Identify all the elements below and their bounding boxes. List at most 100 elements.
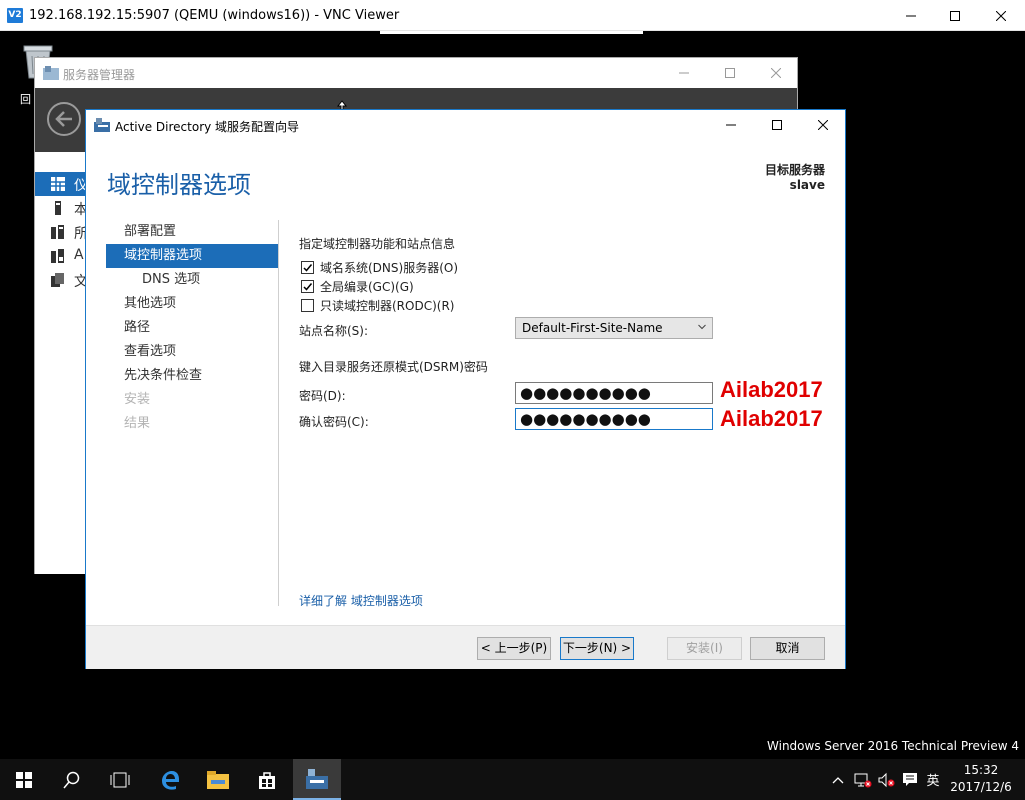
wizard-footer: < 上一步(P) 下一步(N) > 安装(I) 取消 <box>86 625 845 669</box>
server-manager-sidebar: 仪 本 所 A 文 <box>35 152 88 574</box>
minimize-icon <box>726 124 736 126</box>
sidebar-item-file-services[interactable]: 文 <box>35 268 88 292</box>
all-servers-icon <box>51 225 64 239</box>
vnc-frame-strip <box>380 31 643 34</box>
sm-maximize-button[interactable] <box>707 58 753 88</box>
nav-item-deployment[interactable]: 部署配置 <box>106 220 278 244</box>
password-label: 密码(D): <box>299 389 346 403</box>
password-field[interactable]: ●●●●●●●●●● <box>515 382 713 404</box>
sm-minimize-button[interactable] <box>661 58 707 88</box>
nav-divider <box>278 220 279 606</box>
site-name-label: 站点名称(S): <box>299 324 369 338</box>
password-annotation: Ailab2017 <box>720 377 823 402</box>
maximize-icon <box>725 68 735 78</box>
nav-item-paths[interactable]: 路径 <box>106 316 278 340</box>
target-server: 目标服务器 slave <box>765 163 825 193</box>
edge-icon <box>162 770 179 790</box>
target-server-label: 目标服务器 <box>764 163 825 177</box>
vnc-minimize-button[interactable] <box>888 0 934 31</box>
sidebar-item-all-servers[interactable]: 所 <box>35 220 88 244</box>
vnc-titlebar: V2 192.168.192.15:5907 (QEMU (windows16)… <box>0 0 1025 31</box>
local-server-icon <box>55 201 61 215</box>
file-explorer-button[interactable] <box>194 759 242 800</box>
nav-item-dc-options[interactable]: 域控制器选项 <box>106 244 278 268</box>
server-manager-icon <box>94 118 110 132</box>
global-catalog-checkbox-row[interactable]: 全局编录(GC)(G) <box>301 277 414 295</box>
store-button[interactable] <box>243 759 291 800</box>
vnc-maximize-button[interactable] <box>932 0 978 31</box>
global-catalog-checkbox[interactable] <box>301 279 314 293</box>
wizard-maximize-button[interactable] <box>754 110 800 140</box>
sm-close-button[interactable] <box>753 58 799 88</box>
network-icon <box>854 773 872 787</box>
recycle-bin-label: 回 <box>20 93 31 106</box>
rodc-checkbox[interactable] <box>301 298 314 312</box>
checkmark-icon <box>303 282 313 291</box>
store-icon <box>259 771 275 789</box>
close-icon <box>996 10 1006 21</box>
task-view-button[interactable] <box>96 759 144 800</box>
task-view-icon <box>110 772 130 787</box>
nav-item-additional-options[interactable]: 其他选项 <box>106 292 278 316</box>
network-tray-button[interactable] <box>852 759 874 800</box>
dns-server-label: 域名系统(DNS)服务器(O) <box>320 260 459 275</box>
search-button[interactable] <box>48 759 96 800</box>
wizard-titlebar: Active Directory 域服务配置向导 <box>86 110 845 140</box>
ime-indicator[interactable]: 英 <box>922 759 944 800</box>
dashboard-icon <box>51 177 65 191</box>
confirm-password-field[interactable]: ●●●●●●●●●● <box>515 408 713 430</box>
rodc-checkbox-row[interactable]: 只读域控制器(RODC)(R) <box>301 296 454 314</box>
vnc-window-title: 192.168.192.15:5907 (QEMU (windows16)) -… <box>29 8 400 23</box>
sidebar-item-dashboard[interactable]: 仪 <box>35 172 88 196</box>
site-name-value: Default-First-Site-Name <box>522 321 663 335</box>
wizard-close-button[interactable] <box>800 110 846 140</box>
ad-ds-icon <box>51 249 64 263</box>
back-arrow-icon <box>55 111 72 127</box>
global-catalog-label: 全局编录(GC)(G) <box>320 279 414 294</box>
action-center-button[interactable] <box>900 759 920 800</box>
system-clock[interactable]: 15:32 2017/12/6 <box>946 762 1016 796</box>
taskbar: 英 15:32 2017/12/6 <box>0 759 1025 800</box>
vnc-close-button[interactable] <box>978 0 1024 31</box>
dns-server-checkbox[interactable] <box>301 260 314 274</box>
wizard-minimize-button[interactable] <box>708 110 754 140</box>
learn-more-link[interactable]: 详细了解 域控制器选项 <box>299 592 423 609</box>
sidebar-item-local-server[interactable]: 本 <box>35 196 88 220</box>
clock-time: 15:32 <box>963 763 999 777</box>
tray-overflow-button[interactable] <box>828 759 848 800</box>
maximize-icon <box>950 10 960 21</box>
edge-button[interactable] <box>146 759 194 800</box>
server-manager-icon <box>43 66 59 80</box>
nav-item-review-options[interactable]: 查看选项 <box>106 340 278 364</box>
nav-item-installation: 安装 <box>124 392 151 407</box>
back-button[interactable] <box>47 102 81 136</box>
nav-item-dns-options[interactable]: DNS 选项 <box>106 268 278 292</box>
page-title: 域控制器选项 <box>107 171 251 199</box>
chevron-down-icon <box>698 324 706 330</box>
server-manager-titlebar: 服务器管理器 <box>35 58 797 88</box>
volume-tray-button[interactable] <box>876 759 898 800</box>
clock-date: 2017/12/6 <box>950 780 1012 794</box>
dns-server-checkbox-row[interactable]: 域名系统(DNS)服务器(O) <box>301 258 458 276</box>
start-button[interactable] <box>0 759 48 800</box>
cancel-button[interactable]: 取消 <box>750 637 825 660</box>
file-services-icon <box>51 273 64 287</box>
confirm-password-label: 确认密码(C): <box>299 415 369 429</box>
server-manager-taskbar-button[interactable] <box>293 759 341 800</box>
chevron-up-icon <box>832 776 844 783</box>
confirm-password-annotation: Ailab2017 <box>720 406 823 431</box>
rodc-label: 只读域控制器(RODC)(R) <box>320 298 455 313</box>
action-center-icon <box>903 772 917 786</box>
vnc-logo-icon: V2 <box>7 8 23 23</box>
sidebar-item-ad-ds[interactable]: A <box>35 244 87 268</box>
close-icon <box>771 68 781 78</box>
nav-item-prerequisites[interactable]: 先决条件检查 <box>106 364 278 388</box>
sidebar-item-label: A <box>74 247 84 263</box>
search-icon <box>63 771 80 788</box>
previous-button[interactable]: < 上一步(P) <box>477 637 551 660</box>
next-button[interactable]: 下一步(N) > <box>560 637 634 660</box>
wizard-title: Active Directory 域服务配置向导 <box>115 120 300 134</box>
nav-item-results: 结果 <box>124 416 151 431</box>
site-name-select[interactable]: Default-First-Site-Name <box>515 317 713 339</box>
dsrm-password-heading: 键入目录服务还原模式(DSRM)密码 <box>299 360 488 374</box>
